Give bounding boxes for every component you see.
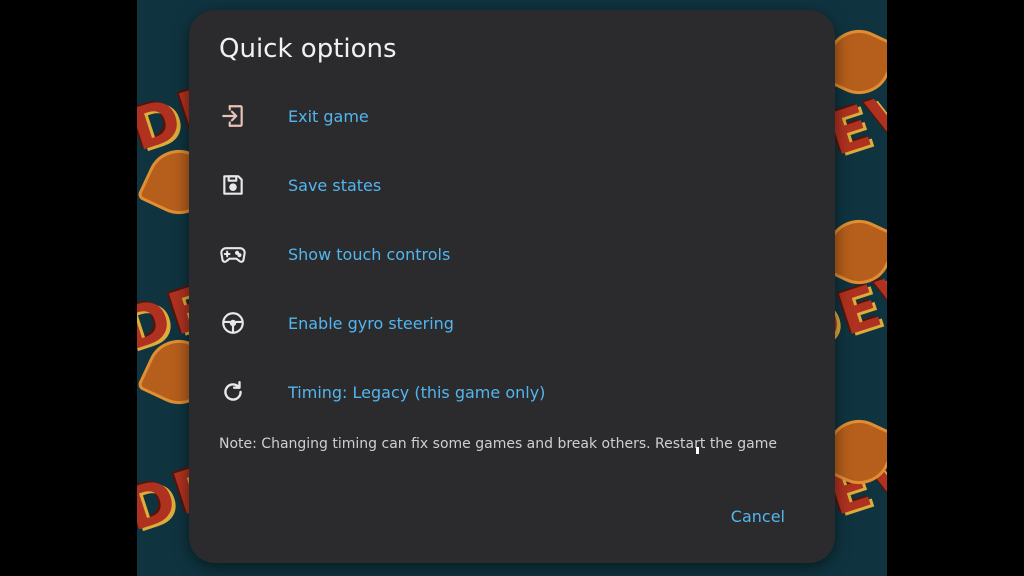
dialog-title: Quick options xyxy=(219,34,397,64)
enable-gyro-steering-label: Enable gyro steering xyxy=(288,313,454,333)
steering-wheel-icon xyxy=(219,309,247,337)
timing-option[interactable]: Timing: Legacy (this game only) xyxy=(189,364,835,420)
save-states-option[interactable]: Save states xyxy=(189,157,835,213)
refresh-icon xyxy=(219,378,247,406)
exit-game-option[interactable]: Exit game xyxy=(189,88,835,144)
cancel-button[interactable]: Cancel xyxy=(731,507,785,526)
show-touch-controls-label: Show touch controls xyxy=(288,244,451,264)
exit-game-label: Exit game xyxy=(288,106,369,126)
gamepad-icon xyxy=(219,240,247,268)
save-states-label: Save states xyxy=(288,175,382,195)
enable-gyro-steering-option[interactable]: Enable gyro steering xyxy=(189,295,835,351)
mouse-cursor xyxy=(696,447,699,454)
timing-label: Timing: Legacy (this game only) xyxy=(288,382,546,402)
quick-options-dialog: Quick options Exit game Save states Show… xyxy=(189,10,835,563)
show-touch-controls-option[interactable]: Show touch controls xyxy=(189,226,835,282)
save-icon xyxy=(219,171,247,199)
exit-icon xyxy=(219,102,247,130)
timing-note: Note: Changing timing can fix some games… xyxy=(219,436,777,452)
